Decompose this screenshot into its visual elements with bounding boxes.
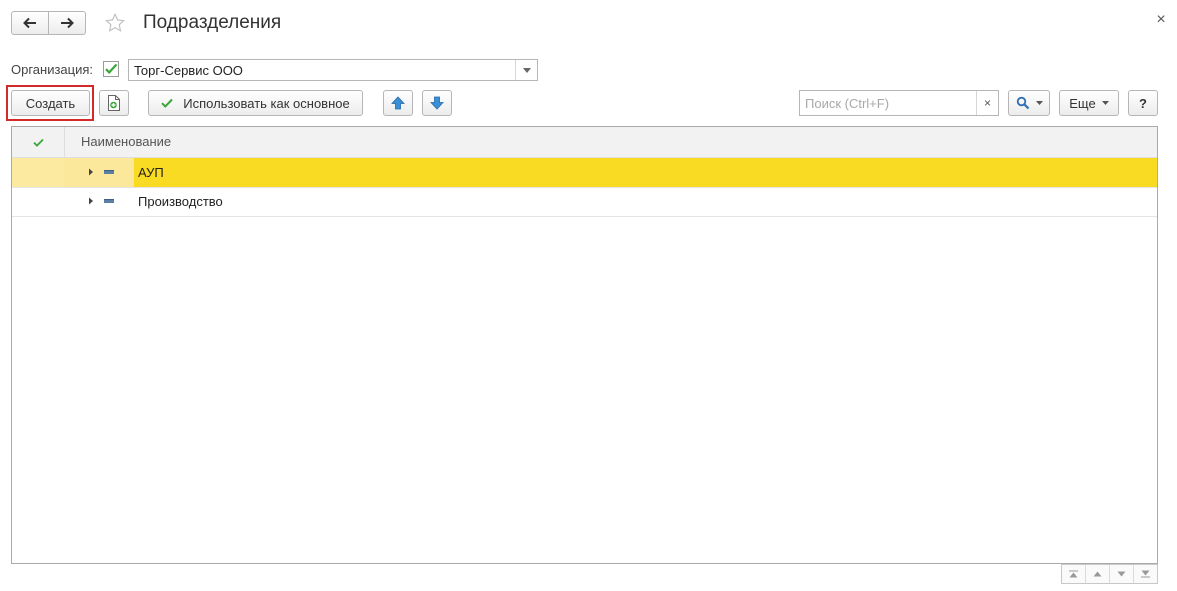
arrow-down-icon: [430, 96, 444, 110]
close-icon[interactable]: ×: [1153, 10, 1169, 30]
search-placeholder: Поиск (Ctrl+F): [805, 96, 890, 111]
departments-table[interactable]: Наименование АУП Производство: [11, 126, 1158, 564]
search-options-button[interactable]: [1008, 90, 1050, 116]
navigation-buttons: [11, 11, 86, 35]
checkmark-icon: [103, 61, 119, 77]
row-name: АУП: [138, 165, 164, 180]
organization-field[interactable]: Торг-Сервис ООО: [128, 59, 538, 81]
chevron-down-icon: [1101, 101, 1109, 105]
group-icon: [104, 170, 114, 174]
double-down-icon: [1141, 570, 1150, 578]
double-up-icon: [1069, 570, 1078, 578]
scroll-to-top-button[interactable]: [1062, 565, 1085, 583]
forward-button[interactable]: [48, 12, 85, 34]
arrow-up-icon: [391, 96, 405, 110]
chevron-down-icon: [522, 67, 531, 73]
down-icon: [1117, 571, 1126, 577]
star-icon: [105, 12, 125, 32]
more-menu-button[interactable]: Еще: [1059, 90, 1119, 116]
move-down-button[interactable]: [422, 90, 452, 116]
main-marker-column-header[interactable]: [12, 127, 65, 157]
row-marker-cell: [12, 187, 64, 216]
copy-document-icon: [108, 95, 120, 111]
page-title: Подразделения: [143, 12, 282, 33]
organization-value: Торг-Сервис ООО: [134, 63, 243, 78]
row-marker-cell: [12, 158, 64, 187]
organization-dropdown-button[interactable]: [515, 60, 537, 80]
back-button[interactable]: [12, 12, 48, 34]
use-as-main-button[interactable]: Использовать как основное: [148, 90, 363, 116]
organization-label: Организация:: [11, 62, 94, 77]
tree-expand-icon[interactable]: [87, 168, 95, 176]
forward-arrow-icon: [61, 17, 74, 29]
table-header: Наименование: [12, 127, 1157, 158]
move-up-button[interactable]: [383, 90, 413, 116]
chevron-down-icon: [1035, 101, 1043, 105]
help-button[interactable]: ?: [1128, 90, 1158, 116]
copy-button[interactable]: [99, 90, 129, 116]
create-button[interactable]: Создать: [11, 90, 90, 116]
table-row[interactable]: АУП: [12, 158, 1157, 188]
organization-checkbox[interactable]: [102, 60, 120, 78]
row-name: Производство: [138, 194, 223, 209]
back-arrow-icon: [23, 17, 36, 29]
group-icon: [104, 199, 114, 203]
up-icon: [1093, 571, 1102, 577]
magnifier-icon: [1016, 96, 1029, 110]
scroll-down-button[interactable]: [1109, 565, 1133, 583]
tree-expand-icon[interactable]: [87, 197, 95, 205]
checkmark-icon: [161, 98, 173, 108]
scroll-up-button[interactable]: [1085, 565, 1109, 583]
table-row[interactable]: Производство: [12, 187, 1157, 217]
favorite-button[interactable]: [102, 11, 128, 35]
scroll-to-bottom-button[interactable]: [1133, 565, 1157, 583]
more-label: Еще: [1069, 95, 1096, 111]
search-input[interactable]: Поиск (Ctrl+F) ×: [799, 90, 999, 116]
use-as-main-label: Использовать как основное: [183, 95, 350, 111]
checkmark-icon: [32, 138, 44, 147]
scroll-navigation: [1061, 564, 1158, 584]
row-tree-cell: [64, 158, 134, 187]
search-clear-button[interactable]: ×: [976, 91, 998, 115]
name-column-header[interactable]: Наименование: [81, 134, 171, 149]
